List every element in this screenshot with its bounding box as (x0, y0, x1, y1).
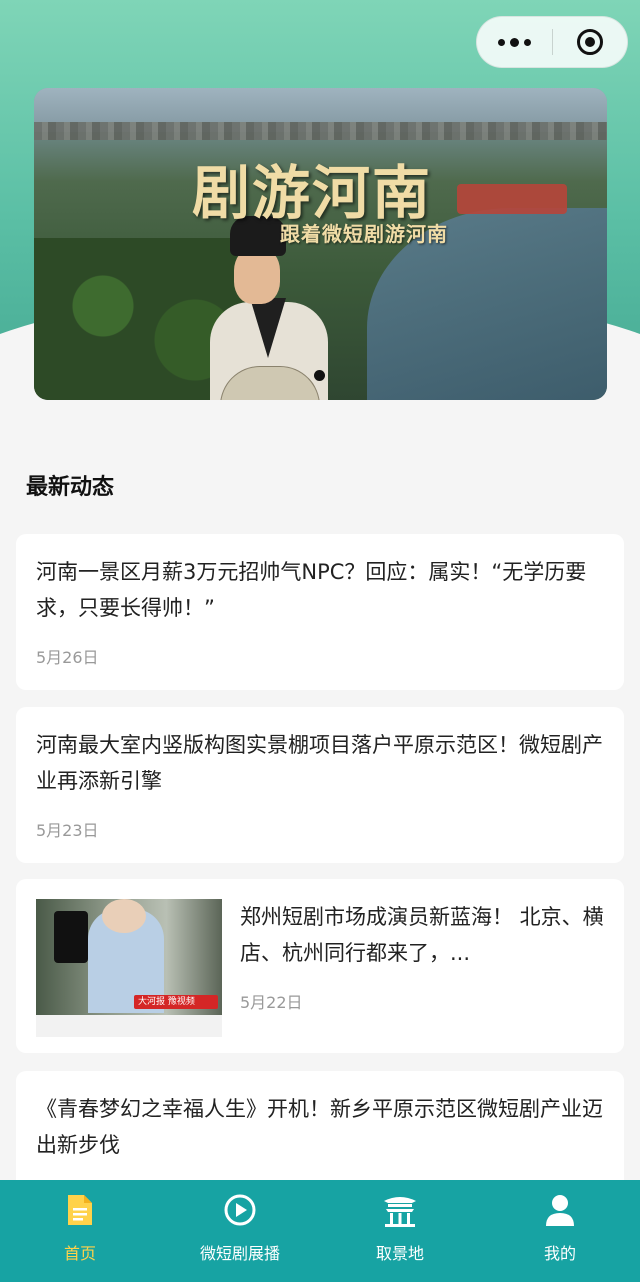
tab-drama-showcase[interactable]: 微短剧展播 (160, 1180, 320, 1282)
news-headline: 郑州短剧市场成演员新蓝海！ 北京、横店、杭州同行都来了，... (240, 905, 604, 965)
close-button[interactable] (553, 17, 628, 67)
more-dots-icon (497, 37, 531, 47)
target-ring-icon (576, 29, 603, 55)
tab-me[interactable]: 我的 (480, 1180, 640, 1282)
news-thumbnail: 大河报 豫视频 (36, 899, 222, 1037)
play-circle-icon (223, 1192, 257, 1228)
tab-filming-locations[interactable]: 取景地 (320, 1180, 480, 1282)
banner-carousel[interactable]: 剧游河南 跟着微短剧游河南 (34, 88, 607, 400)
tab-home[interactable]: 首页 (0, 1180, 160, 1282)
tab-label: 取景地 (375, 1244, 424, 1263)
news-headline: 《青春梦幻之幸福人生》开机！新乡平原示范区微短剧产业迈出新步伐 (36, 1097, 603, 1157)
tab-label: 我的 (543, 1244, 576, 1263)
bottom-tab-bar: 首页 微短剧展播 取景地 我的 (0, 1180, 640, 1282)
mini-program-capsule (476, 16, 628, 68)
news-date: 5月26日 (36, 648, 99, 667)
more-button[interactable] (477, 17, 552, 67)
user-icon (544, 1192, 576, 1228)
news-thumbnail-logo: 大河报 豫视频 (134, 995, 218, 1009)
news-headline: 河南一景区月薪3万元招帅气NPC？回应：属实！“无学历要求，只要长得帅！” (36, 560, 587, 620)
banner-subtitle: 跟着微短剧游河南 (280, 222, 448, 246)
pavilion-icon (382, 1192, 418, 1228)
section-title: 最新动态 (26, 475, 115, 500)
banner-city-skyline (34, 122, 607, 140)
news-card[interactable]: 河南最大室内竖版构图实景棚项目落户平原示范区！微短剧产业再添新引擎 5月23日 (16, 707, 624, 863)
news-date: 5月22日 (240, 993, 303, 1012)
news-card[interactable]: 大河报 豫视频 郑州短剧市场成演员新蓝海！ 北京、横店、杭州同行都来了，... … (16, 879, 624, 1053)
news-date: 5月23日 (36, 821, 99, 840)
tab-label: 首页 (63, 1244, 96, 1263)
carousel-indicator[interactable] (314, 370, 325, 381)
document-icon (66, 1192, 94, 1228)
news-card[interactable]: 河南一景区月薪3万元招帅气NPC？回应：属实！“无学历要求，只要长得帅！” 5月… (16, 534, 624, 690)
news-headline: 河南最大室内竖版构图实景棚项目落户平原示范区！微短剧产业再添新引擎 (36, 733, 603, 793)
tab-label: 微短剧展播 (199, 1244, 280, 1263)
banner-red-roofs (457, 184, 567, 214)
